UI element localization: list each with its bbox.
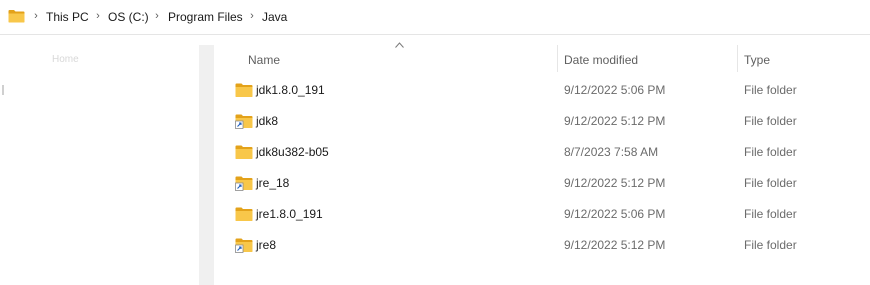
file-date: 9/12/2022 5:12 PM bbox=[564, 176, 666, 190]
address-bar[interactable]: › This PC › OS (C:) › Program Files › Ja… bbox=[0, 0, 870, 35]
column-header: Name Date modified Type bbox=[214, 42, 870, 75]
file-name[interactable]: jre_18 bbox=[256, 176, 289, 190]
file-name[interactable]: jdk1.8.0_191 bbox=[256, 83, 325, 97]
file-type: File folder bbox=[744, 176, 797, 190]
file-name[interactable]: jdk8 bbox=[256, 114, 278, 128]
file-date: 8/7/2023 7:58 AM bbox=[564, 145, 659, 159]
breadcrumb-os-c[interactable]: OS (C:) bbox=[108, 10, 149, 24]
file-type: File folder bbox=[744, 238, 797, 252]
nav-item-home[interactable]: Home bbox=[52, 54, 79, 65]
column-divider[interactable] bbox=[557, 45, 558, 72]
file-type: File folder bbox=[744, 145, 797, 159]
folder-icon bbox=[235, 145, 253, 159]
chevron-right-icon[interactable]: › bbox=[94, 9, 102, 23]
breadcrumb-program-files[interactable]: Program Files bbox=[168, 10, 243, 24]
file-date: 9/12/2022 5:06 PM bbox=[564, 207, 666, 221]
file-name[interactable]: jre1.8.0_191 bbox=[256, 207, 323, 221]
file-date: 9/12/2022 5:12 PM bbox=[564, 238, 666, 252]
breadcrumb-java[interactable]: Java bbox=[262, 10, 287, 24]
chevron-right-icon[interactable]: › bbox=[248, 9, 256, 23]
folder-icon bbox=[235, 207, 253, 221]
navigation-pane[interactable]: Home bbox=[0, 35, 199, 285]
column-name[interactable]: Name bbox=[248, 53, 280, 67]
list-item[interactable]: jre1.8.0_191 9/12/2022 5:06 PM File fold… bbox=[214, 199, 870, 230]
file-date: 9/12/2022 5:06 PM bbox=[564, 83, 666, 97]
list-item[interactable]: jre8 9/12/2022 5:12 PM File folder bbox=[214, 230, 870, 261]
file-date: 9/12/2022 5:12 PM bbox=[564, 114, 666, 128]
folder-icon bbox=[8, 10, 25, 23]
chevron-right-icon[interactable]: › bbox=[153, 9, 161, 23]
list-item[interactable]: jdk8u382-b05 8/7/2023 7:58 AM File folde… bbox=[214, 137, 870, 168]
column-type[interactable]: Type bbox=[744, 53, 770, 67]
list-item[interactable]: jdk1.8.0_191 9/12/2022 5:06 PM File fold… bbox=[214, 75, 870, 106]
folder-icon bbox=[235, 83, 253, 97]
file-type: File folder bbox=[744, 114, 797, 128]
pane-splitter[interactable] bbox=[199, 45, 214, 285]
folder-shortcut-icon bbox=[235, 176, 253, 191]
sort-ascending-icon bbox=[395, 42, 404, 48]
folder-shortcut-icon bbox=[235, 238, 253, 253]
file-name[interactable]: jdk8u382-b05 bbox=[256, 145, 329, 159]
file-name[interactable]: jre8 bbox=[256, 238, 276, 252]
list-item[interactable]: jre_18 9/12/2022 5:12 PM File folder bbox=[214, 168, 870, 199]
chevron-right-icon[interactable]: › bbox=[32, 9, 40, 23]
file-type: File folder bbox=[744, 207, 797, 221]
file-type: File folder bbox=[744, 83, 797, 97]
file-list: jdk1.8.0_191 9/12/2022 5:06 PM File fold… bbox=[214, 75, 870, 285]
column-date-modified[interactable]: Date modified bbox=[564, 53, 638, 67]
list-item[interactable]: jdk8 9/12/2022 5:12 PM File folder bbox=[214, 106, 870, 137]
folder-shortcut-icon bbox=[235, 114, 253, 129]
nav-expand-marker bbox=[2, 85, 4, 95]
breadcrumb-this-pc[interactable]: This PC bbox=[46, 10, 89, 24]
column-divider[interactable] bbox=[737, 45, 738, 72]
